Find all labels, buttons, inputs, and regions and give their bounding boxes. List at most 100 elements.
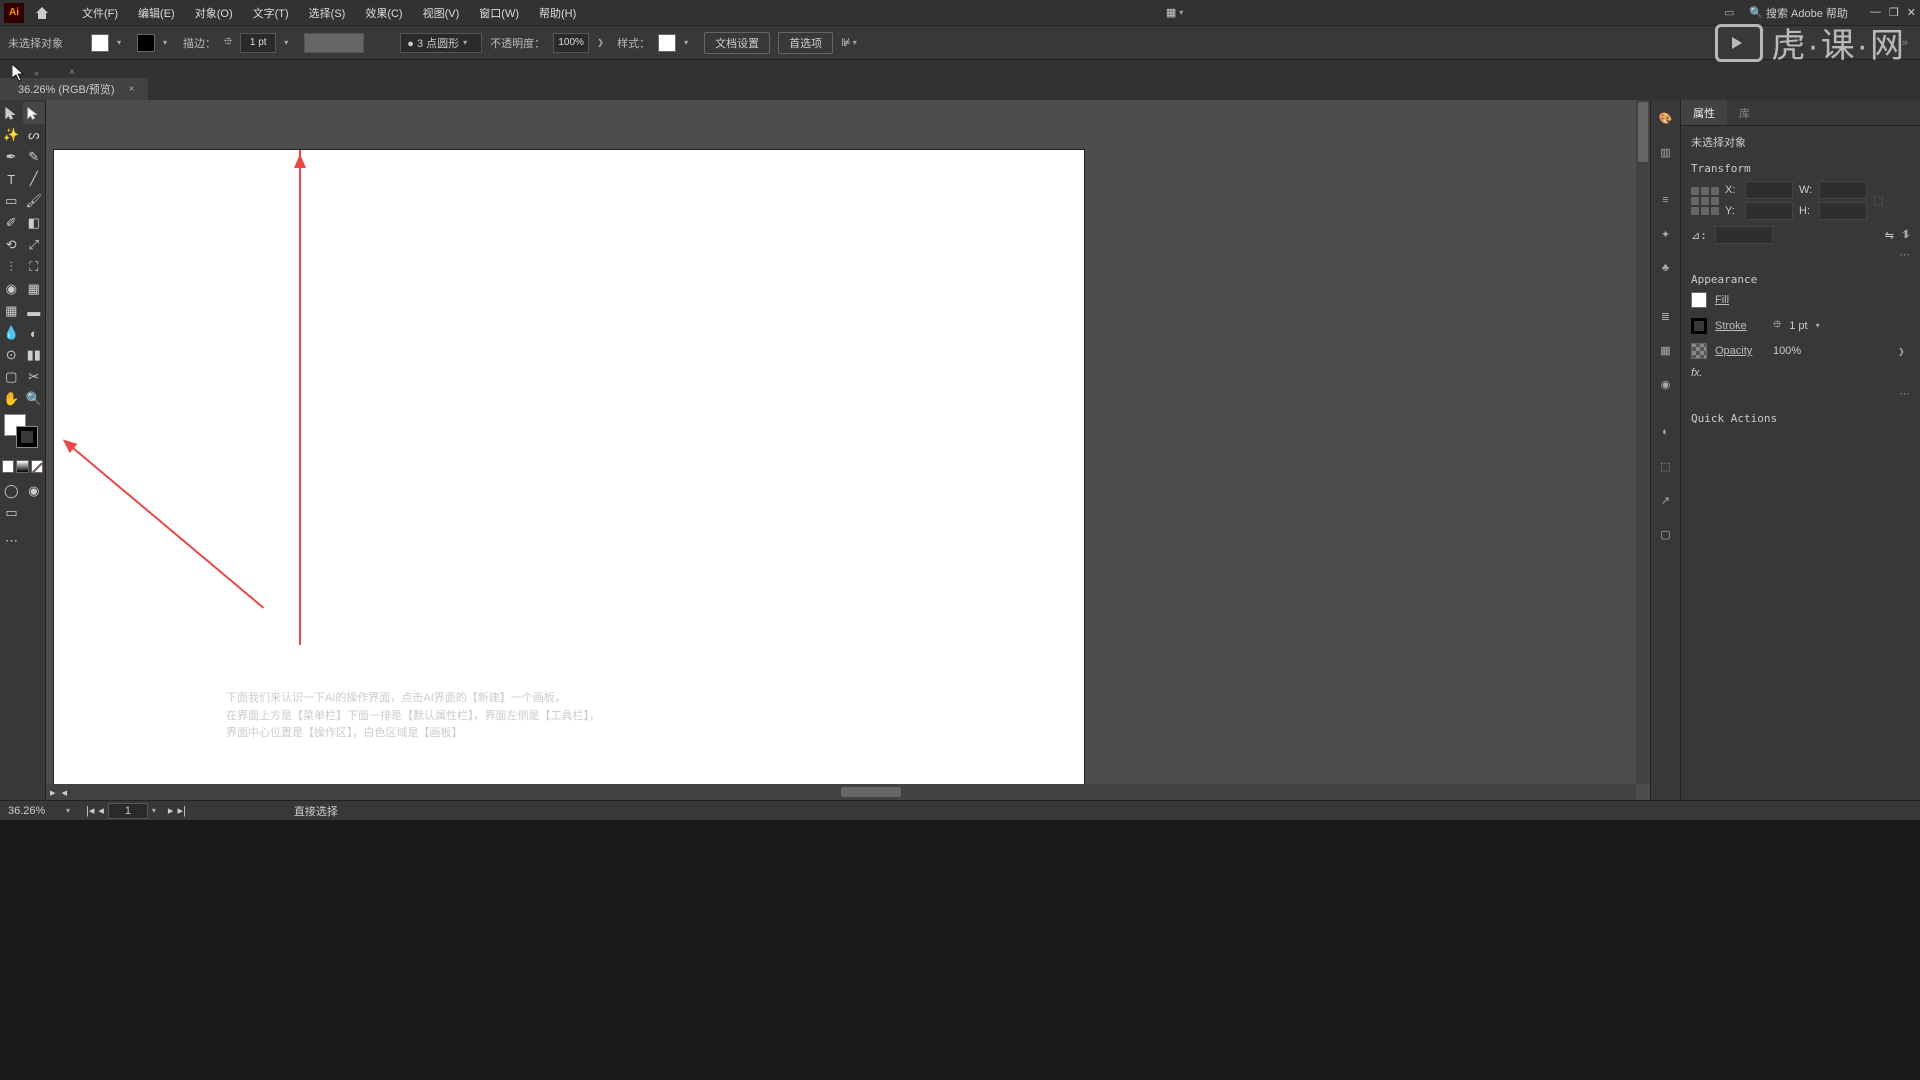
opacity-dropdown-icon[interactable]: ❯ [597,38,609,47]
next-artboard-icon[interactable]: ▸ [168,804,174,817]
opacity-input[interactable] [553,33,589,53]
transparency-panel-icon[interactable]: ◐ [1656,422,1676,442]
stroke-stepper-panel[interactable]: ⯐ [1773,316,1781,335]
x-input[interactable] [1745,181,1793,199]
stroke-value-panel[interactable]: 1 pt [1789,320,1807,332]
mesh-tool[interactable]: ▦ [0,300,23,322]
gradient-swatch-button[interactable] [16,460,28,473]
last-artboard-icon[interactable]: ▸| [177,804,185,817]
menu-type[interactable]: 文字(T) [243,0,299,26]
symbols-panel-icon[interactable]: ✦ [1656,224,1676,244]
appearance-more-icon[interactable]: ⋯ [1691,387,1910,400]
arrange-docs-icon[interactable]: ▦ ▾ [1160,6,1197,19]
menu-help[interactable]: 帮助(H) [529,0,586,26]
edit-toolbar-icon[interactable]: ⋯ [0,530,23,552]
flip-h-icon[interactable]: ⇋ [1885,229,1894,242]
layers-panel-icon[interactable]: ⬚ [1656,456,1676,476]
stroke-panel-icon[interactable]: ♣ [1656,258,1676,278]
opacity-value-panel[interactable]: 100% [1773,345,1801,357]
blend-tool[interactable]: ◐ [23,322,46,344]
brushes-panel-icon[interactable]: ≡ [1656,190,1676,210]
zoom-level[interactable]: 36.26% [8,805,58,817]
menu-effect[interactable]: 效果(C) [355,0,412,26]
vertical-scrollbar[interactable] [1636,100,1650,784]
hand-tool[interactable]: ✋ [0,388,23,410]
artboard[interactable]: 下面我们来认识一下AI的操作界面，点击AI界面的【新建】一个画板， 在界面上方是… [54,150,1084,800]
canvas-area[interactable]: 下面我们来认识一下AI的操作界面，点击AI界面的【新建】一个画板， 在界面上方是… [46,100,1650,800]
draw-mode-behind[interactable]: ◉ [23,480,46,502]
artboard-dropdown-icon[interactable]: ▾ [152,806,164,815]
none-swatch-button[interactable] [31,460,43,473]
stroke-weight-input[interactable] [240,33,276,53]
shape-builder-tool[interactable]: ◉ [0,278,23,300]
flip-v-icon[interactable]: ⥮ [1902,229,1910,242]
close-tab-icon[interactable]: × [129,84,135,95]
opacity-dd-panel-icon[interactable]: ❯ [1898,347,1910,356]
brush-definition-select[interactable]: ● 3 点圆形▾ [400,33,482,53]
first-artboard-icon[interactable]: |◂ [86,804,94,817]
fill-stroke-control[interactable] [2,414,43,456]
fx-label[interactable]: fx. [1691,367,1703,379]
type-tool[interactable]: T [0,168,23,190]
lasso-tool[interactable]: ᔕ [23,124,46,146]
transform-panel-icon[interactable]: ▦ [1656,340,1676,360]
horizontal-scrollbar[interactable]: ▸ ◂ [46,784,1636,800]
slice-tool[interactable]: ✂ [23,366,46,388]
perspective-tool[interactable]: ▦ [23,278,46,300]
style-dropdown-icon[interactable]: ▾ [684,38,696,47]
screen-mode[interactable]: ▭ [0,502,23,524]
menu-file[interactable]: 文件(F) [72,0,128,26]
symbol-sprayer-tool[interactable]: ⊙ [0,344,23,366]
window-close-icon[interactable]: ✕ [1907,6,1916,19]
stroke-swatch-panel[interactable] [1691,318,1707,334]
tab-close-icon[interactable]: × [69,67,75,78]
stroke-profile[interactable] [304,33,364,53]
asset-export-panel-icon[interactable]: ↗ [1656,490,1676,510]
zoom-dropdown-icon[interactable]: ▾ [66,806,78,815]
selection-tool[interactable] [0,102,23,124]
stroke-dropdown-icon[interactable]: ▾ [163,38,175,47]
scroll-play-icon[interactable]: ▸ [50,786,56,799]
w-input[interactable] [1819,181,1867,199]
magic-wand-tool[interactable]: ✨ [0,124,23,146]
menu-view[interactable]: 视图(V) [413,0,470,26]
fill-swatch[interactable] [91,34,109,52]
swatches-panel-icon[interactable]: ▥ [1656,142,1676,162]
artboards-panel-icon[interactable]: ▢ [1656,524,1676,544]
transform-more-icon[interactable]: ⋯ [1691,248,1910,261]
scale-tool[interactable]: ⤢ [23,234,46,256]
rotate-tool[interactable]: ⟲ [0,234,23,256]
y-input[interactable] [1745,202,1793,220]
stroke-weight-dropdown-icon[interactable]: ▾ [284,38,296,47]
color-swatch-button[interactable] [2,460,14,473]
tab-libraries[interactable]: 库 [1727,100,1762,125]
angle-input[interactable] [1715,226,1773,244]
shaper-tool[interactable]: ✐ [0,212,23,234]
artboard-tool[interactable]: ▢ [0,366,23,388]
width-tool[interactable]: ⫶ [0,256,23,278]
menu-object[interactable]: 对象(O) [185,0,243,26]
paintbrush-tool[interactable]: 🖌 [23,190,46,212]
stroke-dd-panel-icon[interactable]: ▾ [1816,321,1828,330]
preferences-button[interactable]: 首选项 [778,32,833,54]
opacity-swatch-panel[interactable] [1691,343,1707,359]
fill-swatch-panel[interactable] [1691,292,1707,308]
appearance-panel-icon[interactable]: ◉ [1656,374,1676,394]
menu-window[interactable]: 窗口(W) [469,0,529,26]
pen-tool[interactable]: ✒ [0,146,23,168]
curvature-tool[interactable]: ✎ [23,146,46,168]
line-tool[interactable]: ╱ [23,168,46,190]
align-panel-icon[interactable]: ≣ [1656,306,1676,326]
stroke-stepper-icon[interactable]: ⯐ [224,33,232,52]
direct-selection-tool[interactable] [23,102,46,124]
rectangle-tool[interactable]: ▭ [0,190,23,212]
style-swatch[interactable] [658,34,676,52]
draw-mode-normal[interactable]: ◯ [0,480,23,502]
align-panel-icon[interactable]: ⊯▾ [841,36,865,49]
fill-dropdown-icon[interactable]: ▾ [117,38,129,47]
reference-point-grid[interactable] [1691,187,1719,215]
app-logo-icon[interactable]: Ai [4,3,24,23]
menu-edit[interactable]: 编辑(E) [128,0,185,26]
eraser-tool[interactable]: ◧ [23,212,46,234]
eyedropper-tool[interactable]: 💧 [0,322,23,344]
